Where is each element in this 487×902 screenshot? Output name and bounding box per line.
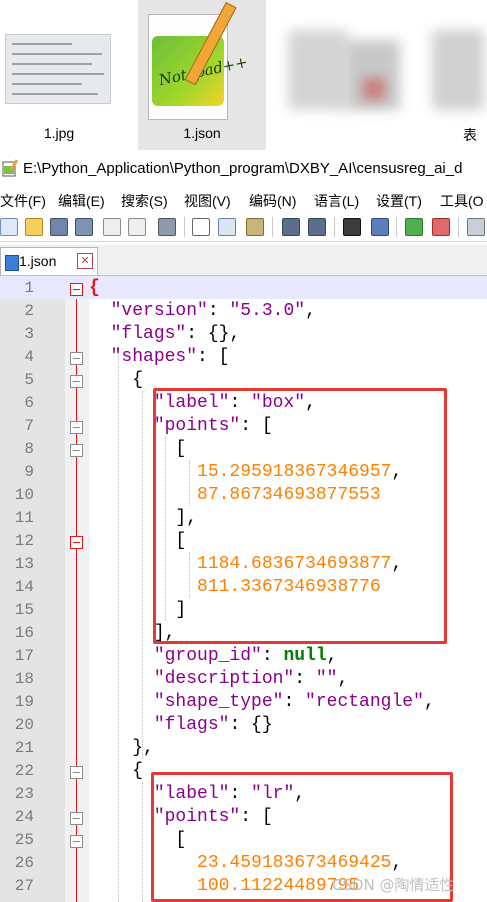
- save-icon[interactable]: [50, 218, 68, 236]
- fold-toggle-icon[interactable]: [70, 283, 83, 296]
- file-thumbnail-strip: 1.jpg Notepad++ 1.json 表: [0, 0, 487, 150]
- cut-icon[interactable]: [192, 218, 210, 236]
- find-icon[interactable]: [343, 218, 361, 236]
- tab-1-json[interactable]: 1.json ✕: [0, 247, 98, 275]
- zoom-in-icon[interactable]: [405, 218, 423, 236]
- copy-icon[interactable]: [218, 218, 236, 236]
- fold-toggle-icon[interactable]: [70, 421, 83, 434]
- tab-bar: 1.json ✕: [0, 245, 487, 276]
- fold-toggle-icon[interactable]: [70, 812, 83, 825]
- watermark: CSDN @陶情适性: [332, 876, 455, 894]
- thumbnail-jpg[interactable]: 1.jpg: [0, 0, 118, 150]
- menu-tools[interactable]: 工具(O: [440, 191, 484, 211]
- close-file-icon[interactable]: [103, 218, 121, 236]
- menu-search[interactable]: 搜索(S): [121, 191, 168, 211]
- close-all-icon[interactable]: [128, 218, 146, 236]
- fold-toggle-icon[interactable]: [70, 835, 83, 848]
- print-icon[interactable]: [158, 218, 176, 236]
- undo-icon[interactable]: [282, 218, 300, 236]
- fold-toggle-icon[interactable]: [70, 536, 83, 549]
- code-line: 19 "shape_type": "rectangle",: [14, 692, 435, 712]
- new-file-icon[interactable]: [0, 218, 18, 236]
- thumbnail-label: 表: [463, 127, 477, 143]
- save-all-icon[interactable]: [75, 218, 93, 236]
- menu-edit[interactable]: 编辑(E): [58, 191, 105, 211]
- fold-toggle-icon[interactable]: [70, 766, 83, 779]
- toolbar: [0, 213, 487, 242]
- notepad-app-icon: [2, 159, 18, 177]
- menu-file[interactable]: 文件(F): [0, 191, 46, 211]
- thumbnail-blurred-2[interactable]: 表: [430, 0, 487, 150]
- fold-toggle-icon[interactable]: [70, 352, 83, 365]
- tab-label: 1.json: [19, 253, 57, 269]
- zoom-out-icon[interactable]: [432, 218, 450, 236]
- code-line: 18 "description": "",: [14, 669, 349, 689]
- code-line: 20 "flags": {}: [14, 715, 273, 735]
- code-line: 21 },: [14, 738, 154, 758]
- paste-icon[interactable]: [246, 218, 264, 236]
- replace-icon[interactable]: [371, 218, 389, 236]
- thumbnail-label: 1.jpg: [43, 125, 75, 141]
- fold-toggle-icon[interactable]: [70, 375, 83, 388]
- open-folder-icon[interactable]: [25, 218, 43, 236]
- highlight-box: [153, 388, 447, 644]
- menu-settings[interactable]: 设置(T): [376, 191, 422, 211]
- code-line: 17 "group_id": null,: [14, 646, 338, 666]
- jpg-preview-image: [5, 34, 111, 104]
- thumbnail-label: 1.json: [183, 125, 221, 141]
- fold-toggle-icon[interactable]: [70, 444, 83, 457]
- menu-language[interactable]: 语言(L): [314, 191, 359, 211]
- menu-encoding[interactable]: 编码(N): [249, 191, 296, 211]
- window-title-bar: E:\Python_Application\Python_program\DXB…: [0, 152, 487, 185]
- window-title: E:\Python_Application\Python_program\DXB…: [23, 160, 463, 177]
- redo-icon[interactable]: [308, 218, 326, 236]
- saved-file-icon: [5, 255, 19, 271]
- close-tab-icon[interactable]: ✕: [77, 253, 93, 269]
- code-line: 2 "version": "5.3.0",: [24, 301, 316, 321]
- thumbnail-json[interactable]: Notepad++ 1.json: [138, 0, 266, 150]
- sync-scroll-icon[interactable]: [467, 218, 485, 236]
- menu-bar: 文件(F) 编辑(E) 搜索(S) 视图(V) 编码(N) 语言(L) 设置(T…: [0, 188, 487, 212]
- thumbnail-blurred[interactable]: [285, 0, 415, 150]
- code-line: 3 "flags": {},: [24, 324, 241, 344]
- menu-view[interactable]: 视图(V): [184, 191, 231, 211]
